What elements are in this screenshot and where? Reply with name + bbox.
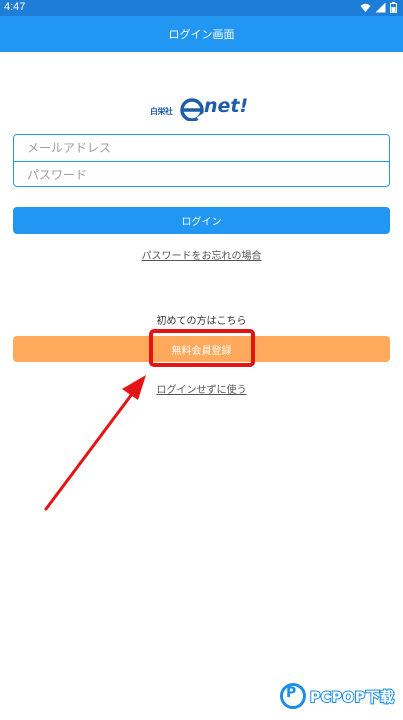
logo-brand-text: net! [204,95,249,117]
status-bar: 4:47 [0,0,403,16]
use-without-login-link[interactable]: ログインせずに使う [157,385,247,396]
password-field[interactable] [14,162,389,186]
status-time: 4:47 [4,1,26,13]
login-button[interactable]: ログイン [13,207,390,234]
register-button[interactable]: 無料会員登録 [13,336,390,362]
email-field[interactable] [14,135,389,161]
first-time-text: 初めての方はこちら [156,316,247,327]
status-icons [360,2,397,14]
app-bar: ログイン画面 [0,16,403,52]
page-title: ログイン画面 [168,28,235,41]
signal-icon [375,2,386,13]
brand-logo: 白栄社 net! [148,95,256,125]
wifi-icon [360,2,371,13]
logo-e-icon [180,98,204,121]
watermark-text: PCPOP下载 [309,689,395,707]
watermark: P PCPOP下载 [278,681,402,719]
login-form [13,134,390,187]
logo-company-text: 白栄社 [150,107,173,116]
battery-icon [390,2,397,14]
forgot-password-link[interactable]: パスワードをお忘れの場合 [142,251,262,262]
